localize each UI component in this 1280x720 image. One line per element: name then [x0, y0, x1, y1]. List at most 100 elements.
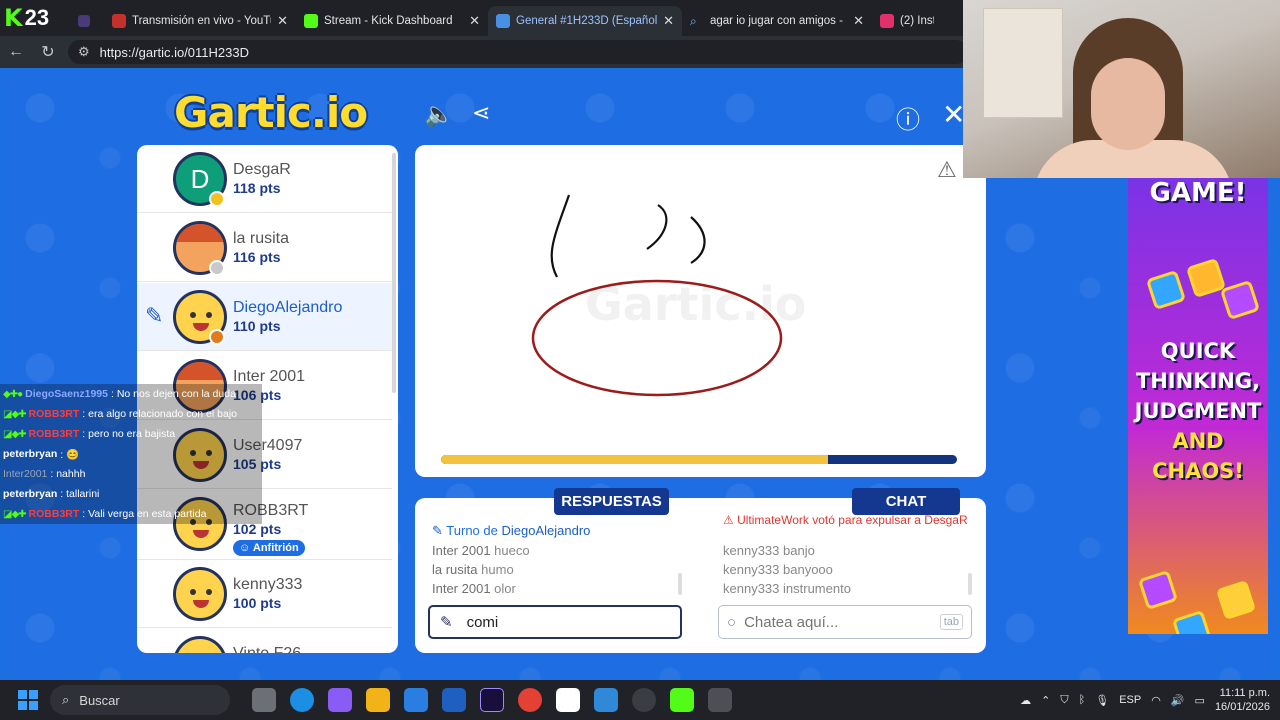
task-view-icon[interactable] [252, 688, 276, 712]
copilot-icon[interactable] [328, 688, 352, 712]
youtube-icon [112, 14, 126, 28]
player-name: DiegoAlejandro [233, 299, 343, 316]
volume-icon[interactable]: 🔊 [1171, 694, 1185, 707]
chat-input[interactable] [744, 613, 915, 631]
browser-tab-kick[interactable]: Stream - Kick Dashboard ✕ [296, 6, 488, 36]
player-row[interactable]: la rusita 116 pts [137, 214, 392, 282]
kick-icon [304, 14, 318, 28]
webcam-overlay [963, 0, 1280, 178]
browser-tab-gartic[interactable]: General #1H233D (Español) - G ✕ [488, 6, 682, 36]
close-tab-icon[interactable]: ✕ [469, 13, 480, 29]
chat-scrollbar[interactable] [968, 573, 972, 595]
player-row[interactable]: kenny333 100 pts [137, 560, 392, 628]
close-icon[interactable]: ✕ [942, 98, 965, 131]
search-icon: ⌕ [62, 692, 70, 707]
capcut-icon[interactable] [556, 688, 580, 712]
kick-logo-icon: K [4, 4, 23, 32]
chrome-icon[interactable] [518, 688, 542, 712]
chat-line: kenny333 banjo [723, 543, 815, 558]
back-icon[interactable]: ← [0, 43, 32, 61]
wifi-icon[interactable]: ◠ [1151, 694, 1161, 707]
pencil-icon: ✎ [432, 523, 443, 538]
reload-icon[interactable]: ↻ [32, 42, 64, 62]
ad-banner[interactable]: GAME! QUICK THINKING, JUDGMENT AND CHAOS… [1128, 178, 1268, 634]
url-text: https://gartic.io/011H233D [99, 44, 249, 60]
player-points: 118 pts [233, 180, 281, 196]
player-name: kenny333 [233, 576, 303, 593]
answers-scrollbar[interactable] [678, 573, 682, 595]
player-list-scrollbar[interactable] [392, 153, 396, 393]
ad-card-icon [1215, 579, 1257, 621]
player-name: la rusita [233, 230, 290, 247]
status-dot [209, 329, 225, 345]
kick-app-icon[interactable] [670, 688, 694, 712]
stream-chat-message: ◆✚● DiegoSaenz1995: No nos dejen con la d… [0, 384, 262, 404]
browser-tab-instagram[interactable]: (2) Insta [872, 6, 942, 36]
answer-field[interactable]: ✎ [428, 605, 682, 639]
player-row[interactable]: D DesgaR 118 pts [137, 145, 392, 213]
turn-indicator: ✎ Turno de DiegoAlejandro [432, 523, 590, 539]
answer-line: Inter 2001 olor [432, 581, 516, 596]
system-tray: ☁ ⌃ ⛉ ᛒ 🎙 ESP ◠ 🔊 ▭ 11:11 p.m. 16/01/202… [1020, 680, 1280, 720]
clock[interactable]: 11:11 p.m. 16/01/2026 [1215, 686, 1270, 714]
player-row[interactable]: Vinto F26 [137, 629, 392, 653]
badge-icons: ◆✚● [3, 388, 23, 400]
premiere-icon[interactable] [480, 688, 504, 712]
pinned-tab-icon [78, 15, 90, 27]
weather-icon[interactable]: ☁ [1020, 694, 1031, 707]
canvas-watermark: Gartic.io [585, 277, 806, 331]
battery-icon[interactable]: ▭ [1195, 694, 1205, 707]
microphone-icon[interactable]: 🎙 [1095, 694, 1109, 707]
round-timer-fill [441, 455, 828, 464]
ad-tagline: QUICK THINKING, JUDGMENT AND CHAOS! [1134, 339, 1262, 483]
url-field[interactable]: ⚙ https://gartic.io/011H233D [68, 40, 968, 64]
close-tab-icon[interactable]: ✕ [277, 13, 288, 29]
file-explorer-icon[interactable] [366, 688, 390, 712]
windows-start-icon[interactable] [18, 690, 38, 710]
gartic-icon [496, 14, 510, 28]
tab-title: Stream - Kick Dashboard [324, 15, 453, 27]
drawing-canvas[interactable]: Gartic.io ⚠ [415, 145, 986, 477]
status-dot [209, 191, 225, 207]
turn-player: DiegoAlejandro [501, 523, 591, 538]
chat-field[interactable]: ○ tab [718, 605, 972, 639]
wall-drawing [983, 8, 1063, 118]
tab-chat[interactable]: CHAT [852, 488, 960, 515]
site-info-icon[interactable]: ⚙ [78, 44, 90, 60]
edge-icon[interactable] [290, 688, 314, 712]
outlook-icon[interactable] [442, 688, 466, 712]
close-tab-icon[interactable]: ✕ [853, 13, 864, 29]
gartic-logo[interactable]: Gartic.io [174, 88, 368, 137]
share-icon[interactable]: ⋖ [472, 100, 490, 126]
player-points: 116 pts [233, 249, 281, 265]
stream-chat-message: ◪◆✚ ROBB3RT: era algo relacionado con el … [0, 404, 262, 424]
stream-chat-message: peterbryan: 😊 [0, 444, 262, 464]
sound-icon[interactable]: 🔈 [424, 100, 454, 129]
instagram-icon [880, 14, 894, 28]
obs-icon[interactable] [632, 688, 656, 712]
clock-time: 11:11 p.m. [1219, 687, 1270, 699]
app-icon[interactable] [708, 688, 732, 712]
stream-chat-message: peterbryan: tallarini [0, 484, 262, 504]
browser-tab-youtube[interactable]: Transmisión en vivo - YouTube ✕ [104, 6, 296, 36]
search-icon: ○ [727, 613, 737, 631]
notepad-icon[interactable] [594, 688, 618, 712]
avatar [173, 567, 227, 621]
stream-chat-message: ◪◆✚ ROBB3RT: Vali verga en esta partida [0, 504, 262, 524]
answer-input[interactable] [466, 613, 637, 631]
player-row-drawing[interactable]: ✎ DiegoAlejandro 110 pts [137, 283, 392, 351]
taskbar-search[interactable]: ⌕ Buscar [50, 685, 230, 715]
store-icon[interactable] [404, 688, 428, 712]
language-indicator[interactable]: ESP [1119, 694, 1141, 706]
turn-label: Turno de [446, 523, 498, 538]
report-warning-icon[interactable]: ⚠ [937, 157, 957, 183]
shield-icon[interactable]: ⛉ [1060, 694, 1068, 707]
bluetooth-icon[interactable]: ᛒ [1079, 694, 1086, 706]
browser-tab-search[interactable]: ⌕ agar io jugar con amigos - Bús ✕ [682, 6, 872, 36]
tab-hint: tab [939, 614, 963, 630]
info-icon[interactable]: ⓘ [896, 100, 920, 135]
chevron-up-icon[interactable]: ⌃ [1041, 694, 1050, 707]
close-tab-icon[interactable]: ✕ [663, 13, 674, 29]
tab-answers[interactable]: RESPUESTAS [554, 488, 669, 515]
browser-tab-pinned[interactable] [64, 6, 104, 36]
